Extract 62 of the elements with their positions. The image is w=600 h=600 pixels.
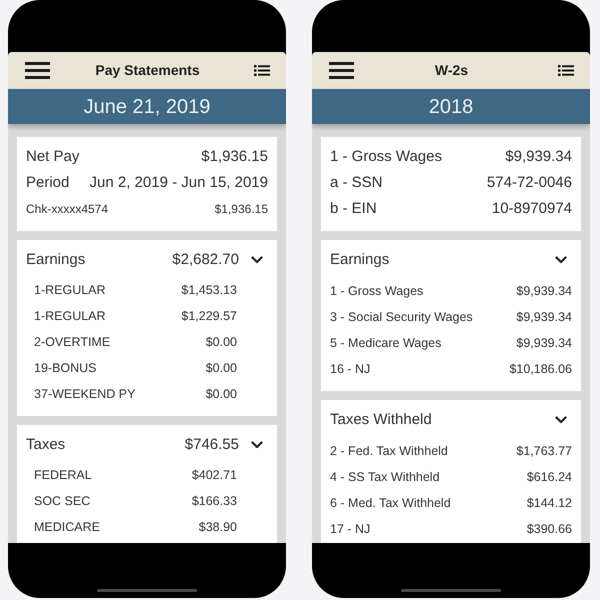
summary-label: b - EIN: [330, 198, 378, 219]
banner-title: June 21, 2019: [84, 94, 210, 120]
screen-title: Pay Statements: [94, 61, 201, 80]
section-total: $746.55: [184, 434, 239, 455]
summary-label: Net Pay: [26, 146, 80, 167]
row-label: 19-BONUS: [34, 360, 98, 377]
row-label: 17 - NJ: [330, 520, 372, 538]
row-label: 1-REGULAR: [34, 282, 107, 299]
row-value: $9,939.34: [516, 282, 572, 300]
chevron-down-icon[interactable]: [555, 416, 567, 424]
menu-icon[interactable]: [25, 62, 50, 79]
summary-value: 574-72-0046: [486, 172, 572, 193]
screen-title: W-2s: [434, 61, 470, 80]
chevron-down-icon[interactable]: [251, 441, 263, 449]
row-label: FEDERAL: [34, 466, 93, 484]
row-label: MEDICARE: [34, 518, 101, 536]
row-value: $402.71: [192, 466, 237, 484]
row-label: SOC SEC: [34, 492, 92, 510]
row-value: $38.90: [198, 518, 237, 536]
row-label: 3 - Social Security Wages: [330, 308, 474, 326]
summary-value: Jun 2, 2019 - Jun 15, 2019: [90, 172, 268, 193]
summary-label: a - SSN: [330, 172, 384, 193]
list-icon[interactable]: [558, 65, 574, 76]
menu-icon[interactable]: [329, 62, 354, 79]
row-value: $166.33: [192, 492, 237, 510]
row-label: 5 - Medicare Wages: [330, 334, 442, 352]
summary-value: $9,939.34: [505, 146, 572, 167]
summary-value: $1,936.15: [201, 146, 268, 167]
row-label: 1 - Gross Wages: [330, 282, 424, 300]
row-value: $0.00: [206, 334, 237, 351]
row-label: 2 - Fed. Tax Withheld: [330, 442, 449, 460]
row-label: 4 - SS Tax Withheld: [330, 468, 441, 486]
banner-title: 2018: [428, 94, 474, 120]
summary-label: 1 - Gross Wages: [330, 146, 443, 167]
row-label: 16 - NJ: [330, 360, 372, 378]
row-label: 37-WEEKEND PY: [34, 386, 136, 403]
row-label: 2-OVERTIME: [34, 334, 112, 351]
list-icon[interactable]: [254, 65, 270, 76]
section-title: Taxes Withheld: [330, 410, 433, 430]
row-value: $390.66: [526, 520, 572, 538]
row-value: $144.12: [526, 494, 572, 512]
row-value: $0.00: [206, 386, 237, 403]
row-value: $1,229.57: [181, 308, 237, 325]
summary-label: Chk-xxxxx4574: [26, 201, 110, 218]
section-total: $2,682.70: [172, 250, 239, 270]
row-value: $1,453.13: [181, 282, 237, 299]
chevron-down-icon[interactable]: [251, 256, 263, 264]
chevron-down-icon[interactable]: [555, 256, 567, 264]
section-title: Earnings: [330, 250, 390, 270]
row-value: $616.24: [526, 468, 572, 486]
section-title: Earnings: [26, 250, 86, 270]
row-value: $9,939.34: [516, 334, 572, 352]
row-label: 1-REGULAR: [34, 308, 107, 325]
summary-value: $1,936.15: [214, 201, 268, 218]
row-value: $9,939.34: [516, 308, 572, 326]
summary-label: Period: [26, 172, 70, 193]
row-label: 6 - Med. Tax Withheld: [330, 494, 452, 512]
row-value: $1,763.77: [516, 442, 572, 460]
summary-value: 10-8970974: [492, 198, 572, 219]
row-value: $10,186.06: [509, 360, 572, 378]
row-value: $0.00: [206, 360, 237, 377]
section-title: Taxes: [26, 434, 66, 455]
